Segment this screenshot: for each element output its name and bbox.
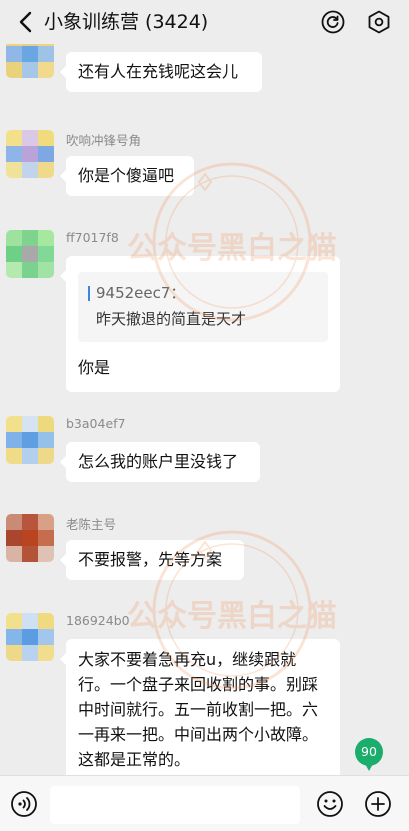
unread-badge[interactable]: 90 [355,738,383,771]
avatar-pixel [22,146,38,162]
avatar-pixel [6,62,22,78]
avatar-pixel [38,613,54,629]
avatar-pixel [6,629,22,645]
avatar[interactable] [6,514,54,562]
avatar-pixel [22,246,38,262]
avatar-pixel [38,262,54,278]
avatar-pixel [38,629,54,645]
chevron-left-icon[interactable] [14,9,38,35]
avatar-pixel [22,432,38,448]
avatar-pixel [38,62,54,78]
avatar-pixel [38,530,54,546]
quote-text: 昨天撤退的简直是天才 [96,310,247,328]
avatar[interactable] [6,44,54,78]
message-bubble[interactable]: 大家不要着急再充u，继续跟就行。一个盘子来回收割的事。别踩中时间就行。五一前收割… [60,639,340,775]
sender-name: 吹响冲锋号角 [66,133,142,148]
avatar-pixel [38,645,54,661]
avatar-pixel [22,62,38,78]
avatar-pixel [6,448,22,464]
message-text: 还有人在充钱呢这会儿 [78,62,239,81]
chat-title: 小象训练营 (3424) [44,11,209,33]
avatar-pixel [38,546,54,562]
avatar-pixel [6,530,22,546]
avatar-pixel [6,514,22,530]
sender-name: 老陈主号 [66,517,117,532]
sender-name: b3a04ef7 [66,416,126,431]
avatar-pixel [22,162,38,178]
message-text: 不要报警，先等方案 [78,550,223,569]
avatar-pixel [22,448,38,464]
avatar-pixel [6,262,22,278]
avatar-pixel [6,146,22,162]
avatar-pixel [38,146,54,162]
avatar-pixel [22,546,38,562]
refresh-circle-icon[interactable] [320,9,346,35]
avatar-pixel [38,230,54,246]
message-text: 你是个傻逼吧 [78,166,175,185]
avatar-pixel [6,546,22,562]
avatar[interactable] [6,613,54,661]
avatar-pixel [6,432,22,448]
plus-icon[interactable] [364,790,392,818]
sender-name: ff7017f8 [66,230,119,245]
avatar-pixel [38,130,54,146]
avatar[interactable] [6,416,54,464]
avatar[interactable] [6,230,54,278]
quoted-message[interactable]: 9452eec7： 昨天撤退的简直是天才 [78,272,328,342]
avatar-pixel [6,613,22,629]
quote-bar [88,285,90,301]
message-bubble[interactable]: 还有人在充钱呢这会儿 [60,52,262,92]
quote-sender: 9452eec7： [88,280,318,306]
message-text: 大家不要着急再充u，继续跟就行。一个盘子来回收割的事。别踩中时间就行。五一前收割… [78,650,319,769]
avatar-pixel [22,230,38,246]
avatar-pixel [22,629,38,645]
voice-icon[interactable] [10,790,38,818]
watermark-text: 公众号黑白之猫 [127,599,337,634]
avatar-pixel [38,162,54,178]
avatar[interactable] [6,130,54,178]
message-bubble[interactable]: 9452eec7： 昨天撤退的简直是天才 你是 [60,256,340,392]
message-list[interactable]: 还有人在充钱呢这会儿 吹响冲锋号角 你是个傻逼吧 ff7017f8 9452ee… [0,44,409,775]
message-bubble[interactable]: 你是个傻逼吧 [60,156,194,196]
settings-hexagon-icon[interactable] [366,9,392,35]
avatar-pixel [22,262,38,278]
avatar-pixel [6,246,22,262]
message-text: 怎么我的账户里没钱了 [78,452,239,471]
avatar-pixel [22,46,38,62]
avatar-pixel [22,613,38,629]
avatar-pixel [22,645,38,661]
avatar-pixel [38,514,54,530]
avatar-pixel [22,416,38,432]
avatar-pixel [22,514,38,530]
avatar-pixel [22,530,38,546]
message-bubble[interactable]: 怎么我的账户里没钱了 [60,442,260,482]
avatar-pixel [6,416,22,432]
avatar-pixel [6,46,22,62]
message-text: 你是 [78,358,111,377]
emoji-icon[interactable] [316,790,344,818]
avatar-pixel [22,130,38,146]
sender-name: 186924b0 [66,613,130,628]
quote-sender-name: 9452eec7： [96,284,186,302]
avatar-pixel [38,416,54,432]
message-bubble[interactable]: 不要报警，先等方案 [60,540,244,580]
avatar-pixel [6,130,22,146]
avatar-pixel [6,162,22,178]
chat-header: 小象训练营 (3424) [0,0,409,44]
message-input[interactable] [50,786,300,824]
avatar-pixel [6,230,22,246]
avatar-pixel [38,448,54,464]
avatar-pixel [38,246,54,262]
avatar-pixel [6,645,22,661]
avatar-pixel [38,46,54,62]
avatar-pixel [38,432,54,448]
input-bar [0,775,409,831]
